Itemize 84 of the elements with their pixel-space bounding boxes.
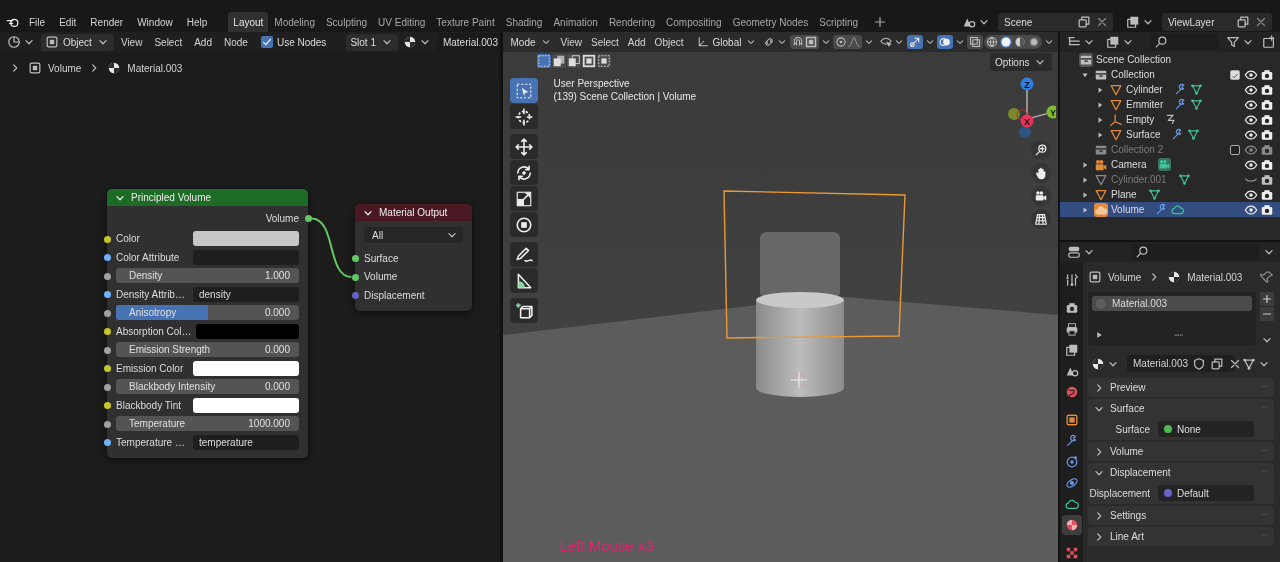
menu-item[interactable]: File (24, 14, 51, 30)
orientation-dropdown[interactable]: Global (692, 33, 762, 51)
node-header[interactable]: Material Output (355, 204, 472, 221)
breadcrumb-item: Volume (48, 62, 82, 74)
text-field[interactable]: density (193, 286, 299, 302)
outliner-item[interactable]: Plane (1060, 187, 1280, 202)
slot-dropdown[interactable]: Slot 1 (346, 33, 398, 51)
node-title: Material Output (379, 207, 448, 218)
outliner-item[interactable]: Cylinder (1060, 82, 1280, 97)
socket-link-field[interactable]: None (1158, 421, 1254, 437)
number-field[interactable]: Temperature 1000.000 (116, 416, 299, 432)
menu-item[interactable]: Add (189, 34, 217, 50)
outliner-item[interactable]: Empty (1060, 112, 1280, 127)
shader-node[interactable]: Material Output All Surface Volume Displacement (355, 204, 472, 311)
panel-header[interactable]: Settings (1088, 506, 1274, 525)
field-label: Displacement (1089, 487, 1150, 499)
view-name: User Perspective (553, 77, 631, 90)
workspace-tab[interactable]: UV Editing (373, 12, 431, 32)
number-field[interactable]: Blackbody Intensity 0.000 (116, 379, 299, 395)
menu-item[interactable]: Render (85, 14, 129, 30)
panel-header[interactable]: Preview (1088, 378, 1274, 397)
socket-label: Blackbody Tint (116, 399, 182, 411)
text-field[interactable]: temperature (193, 434, 299, 450)
field-label: Surface (1115, 423, 1150, 435)
socket-label: Volume (364, 271, 398, 283)
panel-header[interactable]: Surface (1088, 399, 1274, 418)
menu-item[interactable]: Object (650, 34, 688, 50)
workspace-tab[interactable]: Rendering (603, 12, 661, 32)
socket-label: Color Attribute (116, 251, 180, 263)
socket-link-field[interactable]: Default (1158, 485, 1254, 501)
socket-label: Absorption Col… (116, 325, 192, 337)
workspace-tab[interactable]: Compositing (661, 12, 727, 32)
menu-item[interactable]: Help (181, 14, 213, 30)
socket-label: Displacement (364, 289, 425, 301)
target-dropdown[interactable]: All (364, 227, 463, 243)
breadcrumb-item: Material.003 (127, 62, 183, 74)
socket-label: Surface (364, 252, 399, 264)
navigation-gizmo[interactable]: Z Y X (985, 74, 1056, 144)
menu-item[interactable]: View (115, 34, 148, 50)
outliner-item[interactable]: Emmiter (1060, 97, 1280, 112)
material-slot[interactable]: Material.003 (1092, 296, 1252, 311)
scene-field[interactable]: Scene (998, 13, 1113, 31)
mode-dropdown[interactable]: Object (41, 33, 114, 51)
socket-label: Emission Color (116, 362, 184, 374)
menu-item[interactable]: Add (623, 34, 650, 50)
menu-item[interactable]: View (556, 34, 586, 50)
menu-item[interactable]: Edit (54, 14, 82, 30)
menu-item[interactable]: Select (149, 34, 188, 50)
node-title: Principled Volume (131, 192, 212, 203)
number-field[interactable]: Density 1.000 (116, 268, 299, 284)
number-field[interactable]: Emission Strength 0.000 (116, 342, 299, 358)
view-layer-field[interactable]: ViewLayer (1162, 13, 1272, 31)
view-info: (139) Scene Collection | Volume (553, 90, 697, 103)
panel-header[interactable]: Line Art (1088, 527, 1274, 546)
material-name-field[interactable]: Material.003 (436, 33, 500, 51)
socket-label: Color (116, 233, 140, 245)
keystroke-overlay: Left Mouse x3 (559, 537, 654, 554)
workspace-tab[interactable]: Scripting (814, 12, 864, 32)
panel-header[interactable]: Displacement (1088, 463, 1274, 482)
workspace-tab[interactable]: Sculpting (320, 12, 373, 32)
breadcrumb-item: Material.003 (1187, 271, 1243, 283)
value-slider[interactable]: Anisotropy 0.000 (116, 305, 299, 321)
outliner-item[interactable]: Scene Collection (1060, 52, 1280, 67)
use-nodes-checkbox[interactable]: Use Nodes (260, 36, 327, 48)
options-dropdown[interactable]: Options (990, 53, 1052, 71)
socket-label: Volume (265, 212, 299, 224)
outliner-item[interactable]: Volume (1060, 202, 1280, 217)
workspace-tab[interactable]: Animation (548, 12, 603, 32)
menu-item[interactable]: Window (132, 14, 178, 30)
socket-label: Temperature … (116, 436, 185, 448)
menu-item[interactable]: Node (219, 34, 253, 50)
workspace-tab[interactable]: Modeling (269, 12, 320, 32)
node-header[interactable]: Principled Volume (107, 189, 308, 206)
outliner-item[interactable]: Camera (1060, 157, 1280, 172)
workspace-tab[interactable]: Layout (228, 12, 269, 32)
workspace-tab[interactable]: Geometry Nodes (727, 12, 814, 32)
breadcrumb-item: Volume (1108, 271, 1142, 283)
socket-label: Density Attrib… (116, 288, 185, 300)
panel-header[interactable]: Volume (1088, 442, 1274, 461)
workspace-tab[interactable]: Shading (500, 12, 548, 32)
outliner-item[interactable]: Surface (1060, 127, 1280, 142)
workspace-tab[interactable]: Texture Paint (431, 12, 500, 32)
outliner-item[interactable]: Collection (1060, 67, 1280, 82)
menu-item[interactable]: Select (587, 34, 623, 50)
